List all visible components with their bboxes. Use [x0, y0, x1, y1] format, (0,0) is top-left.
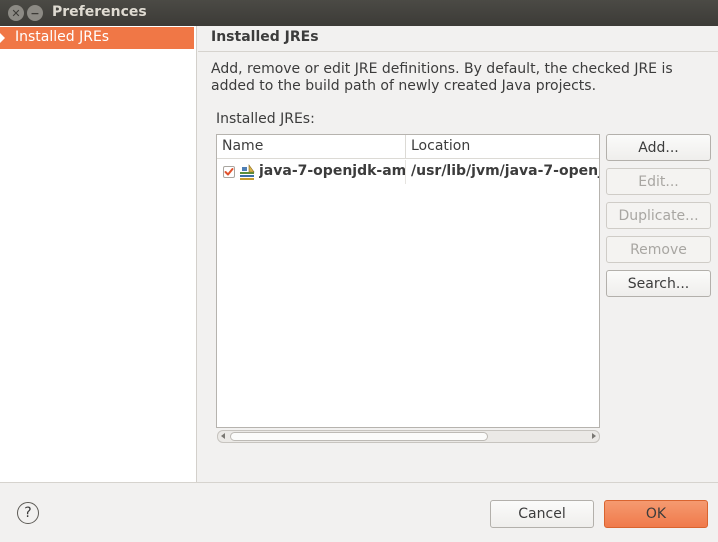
help-icon: ? — [24, 505, 32, 521]
column-divider[interactable] — [405, 135, 406, 159]
close-window-button[interactable]: ✕ — [8, 5, 24, 21]
edit-button[interactable]: Edit... — [606, 168, 711, 195]
close-icon: ✕ — [11, 6, 21, 20]
jre-library-icon — [240, 164, 255, 180]
table-header: Name Location — [217, 135, 599, 159]
table-horizontal-scrollbar[interactable] — [217, 430, 600, 443]
jre-location-cell: /usr/lib/jvm/java-7-openjdk-amd64 — [411, 163, 599, 179]
scrollbar-thumb[interactable] — [230, 432, 488, 441]
installed-jres-table: Name Location java-7-openjdk-amd64 /usr/… — [216, 134, 600, 428]
scroll-left-arrow-icon[interactable] — [221, 433, 225, 439]
table-caption: Installed JREs: — [216, 111, 315, 127]
jre-default-checkbox[interactable] — [223, 166, 235, 178]
page-description: Add, remove or edit JRE definitions. By … — [211, 61, 673, 94]
minimize-icon: − — [30, 6, 40, 20]
footer-divider — [0, 482, 718, 483]
cell-divider — [405, 160, 406, 184]
jre-name-cell: java-7-openjdk-amd64 — [259, 163, 405, 179]
tree-item-label: Installed JREs — [15, 29, 110, 45]
column-header-name[interactable]: Name — [222, 138, 263, 154]
help-button[interactable]: ? — [17, 502, 39, 524]
search-button[interactable]: Search... — [606, 270, 711, 297]
tree-item-installed-jres[interactable]: Installed JREs — [0, 27, 194, 49]
duplicate-button[interactable]: Duplicate... — [606, 202, 711, 229]
cancel-button[interactable]: Cancel — [490, 500, 594, 528]
title-bar: ✕ − Preferences — [0, 0, 718, 26]
column-header-location[interactable]: Location — [411, 138, 470, 154]
minimize-window-button[interactable]: − — [27, 5, 43, 21]
preferences-tree: Installed JREs — [0, 26, 197, 482]
window-title: Preferences — [52, 4, 147, 20]
tree-expand-arrow-icon[interactable] — [0, 33, 5, 43]
table-row[interactable]: java-7-openjdk-amd64 /usr/lib/jvm/java-7… — [217, 160, 599, 184]
scroll-right-arrow-icon[interactable] — [592, 433, 596, 439]
page-title: Installed JREs — [211, 29, 319, 45]
add-button[interactable]: Add... — [606, 134, 711, 161]
page-header: Installed JREs — [198, 26, 718, 52]
remove-button[interactable]: Remove — [606, 236, 711, 263]
ok-button[interactable]: OK — [604, 500, 708, 528]
checkmark-icon — [224, 168, 234, 176]
